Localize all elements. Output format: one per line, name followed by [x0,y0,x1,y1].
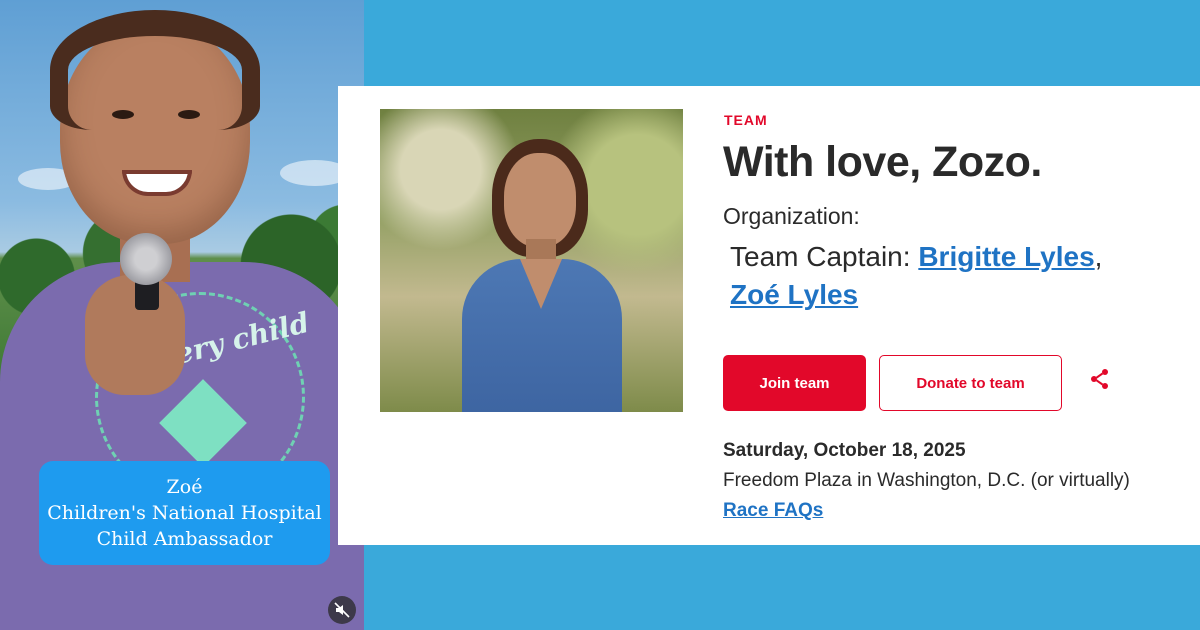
share-button[interactable] [1088,367,1112,391]
team-eyebrow: TEAM [724,112,768,128]
caption-name: Zoé [166,476,203,498]
team-captain-line: Team Captain: Brigitte Lyles, Zoé Lyles [730,238,1180,314]
team-title: With love, Zozo. [723,138,1042,186]
muted-speaker-icon [334,602,350,618]
eye [178,110,200,119]
caption-hospital: Children's National Hospital [47,502,322,524]
mute-button[interactable] [328,596,356,624]
eye [112,110,134,119]
team-card: TEAM With love, Zozo. Organization: Team… [338,86,1200,545]
team-photo [380,109,683,412]
photo-face [504,153,576,247]
race-faqs-link[interactable]: Race FAQs [723,500,823,522]
captain-prefix: Team Captain: [730,241,911,272]
event-location: Freedom Plaza in Washington, D.C. (or vi… [723,470,1130,491]
girl-hair [50,10,260,130]
organization-label: Organization: [723,203,860,229]
captain-separator: , [1094,241,1103,272]
video-caption: Zoé Children's National Hospital Child A… [39,461,330,565]
captain-link-zoe[interactable]: Zoé Lyles [730,279,858,310]
share-icon [1091,369,1108,389]
microphone-icon [120,233,172,285]
caption-role: Child Ambassador [96,528,273,550]
donate-to-team-button[interactable]: Donate to team [879,355,1062,411]
join-team-button[interactable]: Join team [723,355,866,411]
video-panel[interactable]: every child Zoé Children's National Hosp… [0,0,364,630]
event-date: Saturday, October 18, 2025 [723,440,966,461]
captain-link-brigitte[interactable]: Brigitte Lyles [918,241,1094,272]
